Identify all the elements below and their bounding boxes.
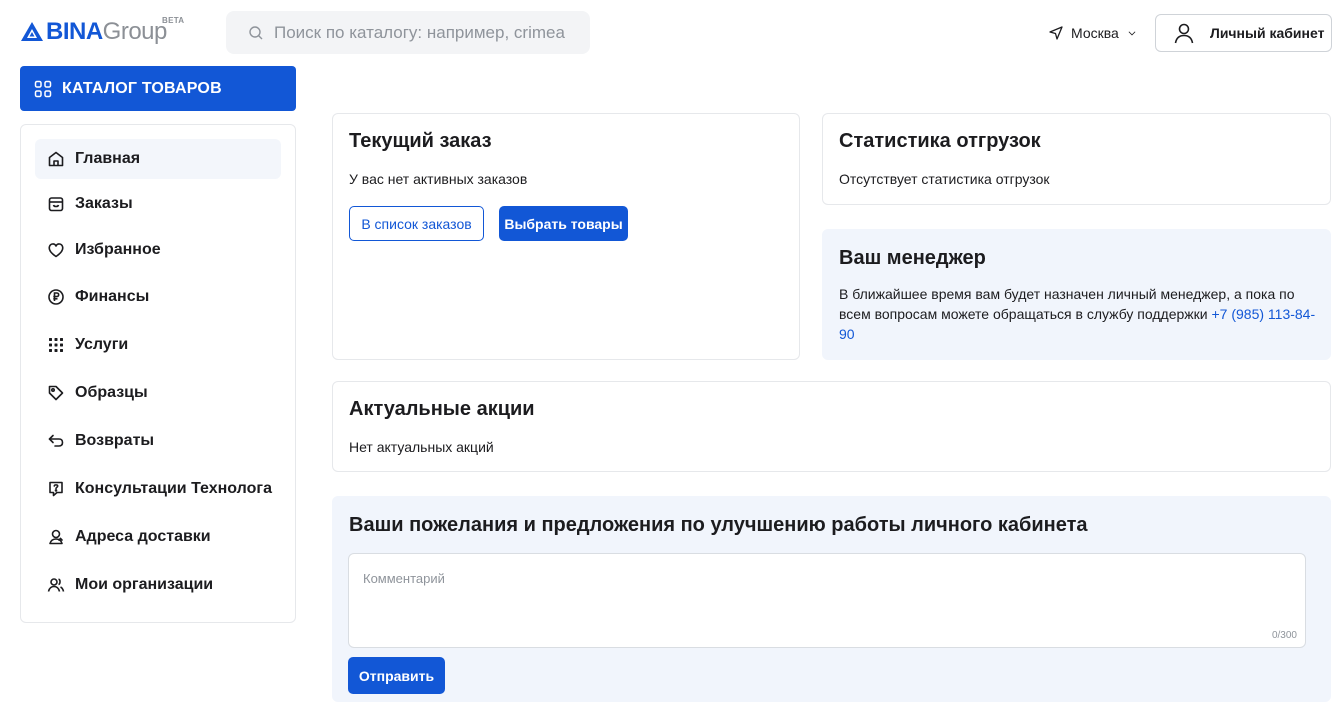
shipments-title: Статистика отгрузок <box>839 130 1041 152</box>
comment-field[interactable]: 0/300 <box>348 553 1306 648</box>
manager-text: В ближайшее время вам будет назначен лич… <box>839 284 1317 344</box>
manager-card: Ваш менеджер В ближайшее время вам будет… <box>822 229 1331 360</box>
feedback-title: Ваши пожелания и предложения по улучшени… <box>349 514 1088 536</box>
sidebar-item-label: Консультации Технолога <box>75 480 272 497</box>
search-bar[interactable] <box>226 11 590 54</box>
location-arrow-icon <box>1049 26 1063 40</box>
promotions-title: Актуальные акции <box>349 398 535 420</box>
choose-products-button[interactable]: Выбрать товары <box>499 206 628 241</box>
sidebar-item-label: Мои организации <box>75 576 214 593</box>
heart-icon <box>48 243 64 258</box>
sidebar: Главная Заказы Избранное Финансы Услуги … <box>20 124 296 623</box>
shipments-card: Статистика отгрузок Отсутствует статисти… <box>822 113 1331 205</box>
beta-badge: BETA <box>162 16 185 25</box>
home-icon <box>48 151 64 167</box>
location-person-icon <box>49 529 63 545</box>
orders-list-button[interactable]: В список заказов <box>349 206 484 241</box>
bag-icon <box>48 197 64 212</box>
tag-icon <box>48 385 64 401</box>
shipments-text: Отсутствует статистика отгрузок <box>839 171 1050 187</box>
search-input[interactable] <box>274 22 574 43</box>
ruble-icon <box>48 289 64 305</box>
sidebar-item-finance[interactable]: Финансы <box>35 277 281 317</box>
sidebar-item-returns[interactable]: Возвраты <box>35 421 281 461</box>
logo-mark-icon <box>21 22 43 41</box>
logo-text-group: Group <box>102 18 168 45</box>
city-selector[interactable]: Москва <box>1048 22 1137 44</box>
comment-char-counter: 0/300 <box>1271 630 1297 641</box>
account-button[interactable]: Личный кабинет <box>1155 14 1332 52</box>
sidebar-item-orders[interactable]: Заказы <box>35 184 281 224</box>
sidebar-item-label: Услуги <box>75 336 129 353</box>
promotions-text: Нет актуальных акций <box>349 439 494 455</box>
chevron-down-icon <box>1128 31 1136 36</box>
account-label: Личный кабинет <box>1210 25 1325 41</box>
sidebar-item-label: Главная <box>75 150 141 167</box>
sidebar-item-label: Образцы <box>75 384 148 401</box>
sidebar-item-delivery-addresses[interactable]: Адреса доставки <box>35 517 281 557</box>
question-chat-icon <box>49 481 63 497</box>
sidebar-item-technologist[interactable]: Консультации Технолога <box>35 469 281 509</box>
sidebar-item-label: Возвраты <box>75 432 155 449</box>
sidebar-item-samples[interactable]: Образцы <box>35 373 281 413</box>
catalog-button-label: КАТАЛОГ ТОВАРОВ <box>62 79 222 97</box>
sidebar-item-services[interactable]: Услуги <box>35 325 281 365</box>
search-icon <box>249 25 263 39</box>
sidebar-item-label: Заказы <box>75 195 133 212</box>
user-icon <box>1174 23 1194 44</box>
sidebar-item-label: Адреса доставки <box>75 528 211 545</box>
promotions-card: Актуальные акции Нет актуальных акций <box>332 381 1331 472</box>
city-name: Москва <box>1071 25 1119 41</box>
catalog-grid-icon <box>34 80 52 97</box>
current-order-title: Текущий заказ <box>349 130 492 152</box>
users-icon <box>47 578 65 592</box>
sidebar-item-favorites[interactable]: Избранное <box>35 230 281 270</box>
sidebar-item-home[interactable]: Главная <box>35 139 281 179</box>
sidebar-item-label: Финансы <box>75 288 150 305</box>
current-order-card: Текущий заказ У вас нет активных заказов… <box>332 113 800 360</box>
manager-title: Ваш менеджер <box>839 247 986 269</box>
submit-feedback-button[interactable]: Отправить <box>348 657 445 694</box>
feedback-card: Ваши пожелания и предложения по улучшени… <box>332 496 1331 702</box>
return-arrow-icon <box>48 434 64 447</box>
sidebar-item-organizations[interactable]: Мои организации <box>35 565 281 605</box>
logo-text-bina: BINA <box>46 18 103 45</box>
sidebar-item-label: Избранное <box>75 241 161 258</box>
comment-textarea[interactable] <box>349 554 1305 647</box>
current-order-text: У вас нет активных заказов <box>349 171 528 187</box>
logo[interactable]: BINA Group BETA <box>20 16 184 48</box>
grid-dots-icon <box>49 338 63 352</box>
catalog-button[interactable]: КАТАЛОГ ТОВАРОВ <box>20 66 296 111</box>
